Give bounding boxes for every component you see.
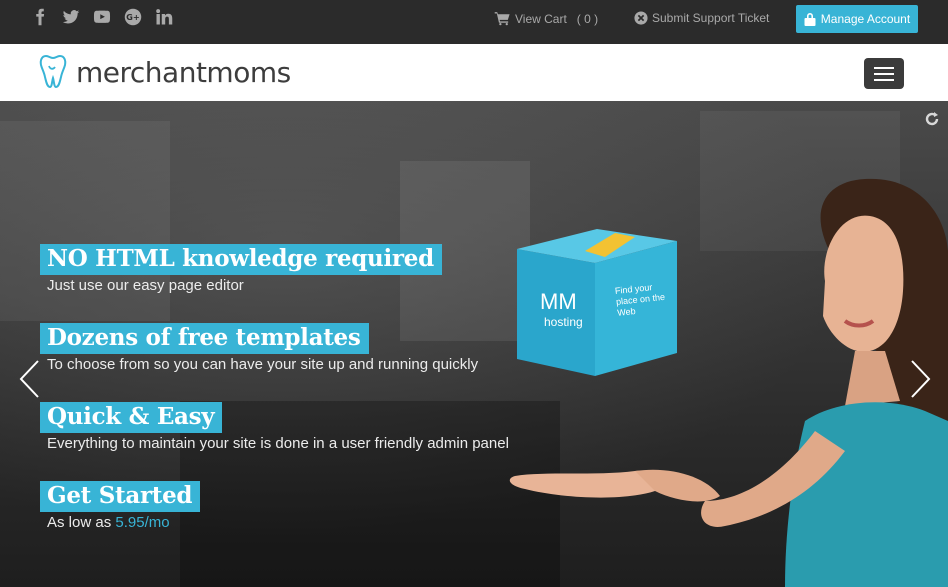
cart-label: View Cart xyxy=(515,11,567,26)
slider-prev-arrow-icon[interactable] xyxy=(18,359,40,399)
cart-count: ( 0 ) xyxy=(576,11,599,26)
social-links: G+ xyxy=(30,7,174,27)
slide-subtext: To choose from so you can have your site… xyxy=(47,356,479,373)
hamburger-menu-button[interactable] xyxy=(864,58,904,89)
slide-subtext: Just use our easy page editor xyxy=(47,277,244,294)
lock-icon xyxy=(804,13,816,26)
manage-account-button[interactable]: Manage Account xyxy=(796,5,918,33)
site-header: merchantmoms xyxy=(0,44,948,101)
svg-text:G+: G+ xyxy=(126,12,140,22)
support-close-icon xyxy=(634,11,648,25)
top-utility-bar: G+ View Cart ( 0 ) Submit Support Ticket… xyxy=(0,0,948,44)
menu-bar xyxy=(874,78,894,81)
slide-headline: Quick & Easy xyxy=(40,402,223,433)
slide-item: Get Started As low as 5.95/mo xyxy=(40,481,201,531)
youtube-icon[interactable] xyxy=(92,7,112,27)
facebook-icon[interactable] xyxy=(30,7,50,27)
woman-holding-box-image xyxy=(509,178,948,587)
shopping-cart-icon xyxy=(494,12,510,26)
site-logo[interactable]: merchantmoms xyxy=(38,52,291,92)
box-tagline: Find your place on the Web xyxy=(614,282,666,318)
manage-account-label: Manage Account xyxy=(820,12,911,26)
slide-headline: Dozens of free templates xyxy=(40,323,369,354)
slide-headline: NO HTML knowledge required xyxy=(40,244,442,275)
twitter-icon[interactable] xyxy=(61,7,81,27)
box-brand-sub: hosting xyxy=(544,315,583,329)
reload-icon[interactable] xyxy=(924,111,940,127)
ticket-label: Submit Support Ticket xyxy=(652,11,770,25)
slide-item: NO HTML knowledge required Just use our … xyxy=(40,244,442,294)
get-started-headline[interactable]: Get Started xyxy=(40,481,201,512)
slide-item: Quick & Easy Everything to maintain your… xyxy=(40,402,509,452)
slider-next-arrow-icon[interactable] xyxy=(910,359,932,399)
price-prefix: As low as xyxy=(47,514,112,531)
slide-subtext: As low as 5.95/mo xyxy=(47,514,200,531)
slide-item: Dozens of free templates To choose from … xyxy=(40,323,478,373)
price-value: 5.95/mo xyxy=(115,514,170,531)
logo-text: merchantmoms xyxy=(76,55,291,89)
hero-slider: MM hosting Find your place on the Web NO… xyxy=(0,101,948,587)
view-cart-link[interactable]: View Cart ( 0 ) xyxy=(494,11,598,26)
tooth-logo-icon xyxy=(39,54,67,89)
menu-bar xyxy=(874,72,894,75)
linkedin-icon[interactable] xyxy=(154,7,174,27)
box-brand: MM xyxy=(540,289,577,314)
google-plus-icon[interactable]: G+ xyxy=(123,7,143,27)
submit-support-ticket-link[interactable]: Submit Support Ticket xyxy=(634,11,769,25)
menu-bar xyxy=(874,66,894,69)
slide-subtext: Everything to maintain your site is done… xyxy=(47,435,509,452)
